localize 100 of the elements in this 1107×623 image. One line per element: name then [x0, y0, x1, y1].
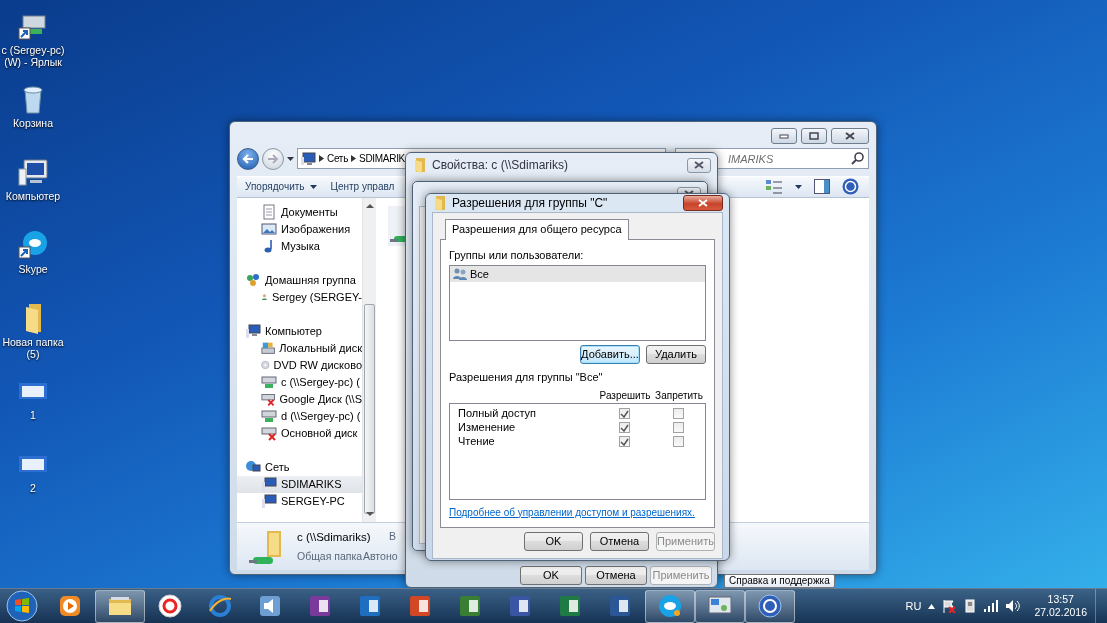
- clock-date[interactable]: 27.02.2016: [1034, 606, 1087, 619]
- detail-label: В: [389, 528, 396, 544]
- list-item[interactable]: Все: [450, 266, 705, 282]
- checkbox[interactable]: [672, 436, 684, 447]
- pane-icon[interactable]: [814, 179, 830, 195]
- section-label: Разрешения для группы "Все": [449, 370, 604, 385]
- sidebar-item[interactable]: Музыка: [245, 237, 362, 255]
- desktop-icon-label[interactable]: Новая папка (5): [0, 336, 66, 361]
- computer-icon: [245, 323, 261, 340]
- permission-name: Полный доступ: [458, 406, 538, 422]
- dialog-button[interactable]: OK: [520, 566, 582, 585]
- taskbar-button[interactable]: [745, 589, 795, 623]
- taskbar-button[interactable]: [695, 589, 745, 623]
- search-text: IMARIKS: [728, 151, 775, 167]
- scrollbar[interactable]: [362, 197, 376, 523]
- close-button[interactable]: [831, 128, 869, 144]
- disconnected-drive-icon: [261, 425, 277, 442]
- help-link[interactable]: Подробнее об управлении доступом и разрешениях.: [449, 504, 695, 520]
- file-name: c (\\Sdimariks): [297, 529, 372, 545]
- back-button[interactable]: [237, 147, 259, 170]
- sidebar-item[interactable]: Google Диск (\\S: [245, 390, 362, 408]
- sidebar-item[interactable]: SERGEY-PC: [245, 492, 362, 510]
- close-button[interactable]: [683, 195, 723, 211]
- signal-icon[interactable]: [984, 600, 999, 612]
- close-button[interactable]: [687, 157, 711, 173]
- minimize-button[interactable]: [771, 128, 797, 144]
- close-icon: [698, 199, 708, 207]
- dialog-button[interactable]: Отмена: [585, 566, 647, 585]
- column-header: Запретить: [654, 388, 704, 403]
- taskbar-button[interactable]: [95, 589, 145, 623]
- people-icon: [245, 272, 261, 289]
- desktop-icon-label[interactable]: 1: [30, 409, 36, 422]
- clock-time[interactable]: 13:57: [1034, 593, 1087, 606]
- view-icon[interactable]: [765, 178, 783, 195]
- folder-icon: [434, 195, 446, 211]
- desktop-icon-label[interactable]: Корзина: [13, 117, 53, 130]
- computer-icon: [261, 476, 277, 493]
- caret-icon[interactable]: [795, 184, 802, 189]
- forward-arrow-icon: [267, 153, 279, 164]
- user-list[interactable]: Все: [449, 265, 706, 341]
- start-button[interactable]: [3, 589, 41, 623]
- permission-name: Изменение: [458, 420, 517, 436]
- users-icon: [453, 268, 467, 280]
- computer-icon: [261, 493, 277, 510]
- chevron-icon[interactable]: [351, 155, 357, 163]
- sidebar-item[interactable]: Документы: [245, 203, 362, 221]
- language-indicator[interactable]: RU: [905, 597, 922, 615]
- window-title: Свойства: c (\\Sdimariks): [432, 157, 570, 174]
- maximize-button[interactable]: [801, 128, 827, 144]
- dialog-button[interactable]: Удалить: [646, 345, 706, 364]
- computer-icon[interactable]: [17, 156, 49, 188]
- start-orb-icon: [6, 590, 38, 622]
- breadcrumb-item[interactable]: Сеть: [327, 151, 349, 167]
- arrow-icon[interactable]: [928, 603, 936, 609]
- close-icon: [845, 132, 855, 140]
- tab[interactable]: Разрешения для общего ресурса: [445, 219, 629, 240]
- toolbar-button[interactable]: Центр управл: [330, 179, 395, 195]
- flag-icon[interactable]: [942, 599, 957, 613]
- breadcrumb-item[interactable]: SDIMARIK: [359, 151, 405, 167]
- dialog-button[interactable]: OK: [524, 531, 583, 551]
- dialog-button[interactable]: Добавить...: [580, 345, 640, 364]
- chat-icon[interactable]: [17, 229, 49, 261]
- detail-label: Автоно: [363, 548, 398, 564]
- checkbox[interactable]: [672, 408, 684, 419]
- checkbox[interactable]: [618, 408, 630, 419]
- permission-list[interactable]: Полный доступ Изменение Чтение: [449, 402, 706, 500]
- speaker-icon: [257, 593, 283, 619]
- sidebar-item[interactable]: Локальный диск: [245, 339, 362, 357]
- desktop-icon-label[interactable]: c (Sergey-pc) (W) - Ярлык: [0, 44, 66, 69]
- sidebar-item[interactable]: Sergey (SERGEY-: [245, 288, 362, 306]
- sidebar-item[interactable]: DVD RW дисково: [245, 356, 362, 374]
- sidebar-item[interactable]: Домашняя группа: [245, 271, 362, 289]
- caret-icon[interactable]: [287, 156, 294, 161]
- sidebar-item[interactable]: Изображения: [245, 220, 362, 238]
- desktop-icon-label[interactable]: 2: [30, 482, 36, 495]
- dialog-button[interactable]: Отмена: [590, 531, 649, 551]
- play-icon: [57, 593, 83, 619]
- close-icon: [694, 161, 704, 169]
- sidebar-item[interactable]: c (\\Sergey-pc) (: [245, 373, 362, 391]
- device-icon[interactable]: [963, 599, 978, 613]
- checkbox[interactable]: [618, 422, 630, 433]
- sidebar-item[interactable]: Компьютер: [245, 322, 362, 340]
- sidebar-item[interactable]: d (\\Sergey-pc) (: [245, 407, 362, 425]
- toolbar-button[interactable]: Упорядочить: [245, 179, 317, 195]
- search-icon[interactable]: [851, 152, 864, 166]
- sidebar-item[interactable]: Сеть: [245, 458, 362, 476]
- taskbar-button[interactable]: [645, 589, 695, 623]
- volume-icon[interactable]: [1005, 599, 1022, 613]
- permission-name: Чтение: [458, 434, 496, 450]
- sidebar-item[interactable]: Основной диск: [245, 424, 362, 442]
- image-icon: [261, 221, 277, 238]
- tooltip: Справка и поддержка: [724, 574, 835, 588]
- disconnected-drive-icon: [261, 391, 276, 408]
- folder-icon: [414, 157, 426, 173]
- chevron-icon[interactable]: [319, 155, 324, 163]
- checkbox[interactable]: [618, 436, 630, 447]
- desktop-icon-label[interactable]: Компьютер: [5, 190, 61, 203]
- sidebar-item[interactable]: SDIMARIKS: [237, 475, 362, 493]
- desktop-icon-label[interactable]: Skype: [18, 263, 48, 276]
- checkbox[interactable]: [672, 422, 684, 433]
